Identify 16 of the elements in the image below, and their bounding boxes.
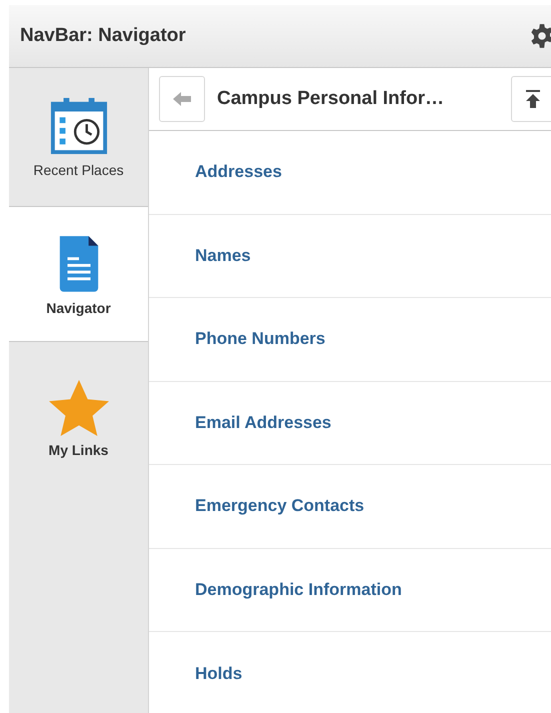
window-title: NavBar: Navigator — [20, 25, 187, 47]
collapse-button[interactable] — [511, 76, 551, 122]
star-icon — [48, 378, 110, 436]
menu-link[interactable]: Names — [195, 246, 251, 266]
sidebar-tab[interactable]: Navigator — [9, 207, 148, 342]
menu-link[interactable]: Holds — [195, 664, 242, 684]
page-title: Campus Personal Infor… — [217, 88, 445, 110]
menu-link[interactable]: Demographic Information — [195, 580, 402, 600]
menu-link[interactable]: Emergency Contacts — [195, 496, 364, 516]
menu-link[interactable]: Addresses — [195, 162, 282, 182]
settings-icon[interactable] — [529, 23, 551, 49]
arrow-to-top-icon — [525, 90, 541, 108]
calendar-clock-icon — [50, 96, 108, 156]
menu-link[interactable]: Phone Numbers — [195, 329, 326, 350]
back-arrow-icon — [172, 91, 192, 107]
menu-link[interactable]: Email Addresses — [195, 412, 332, 433]
